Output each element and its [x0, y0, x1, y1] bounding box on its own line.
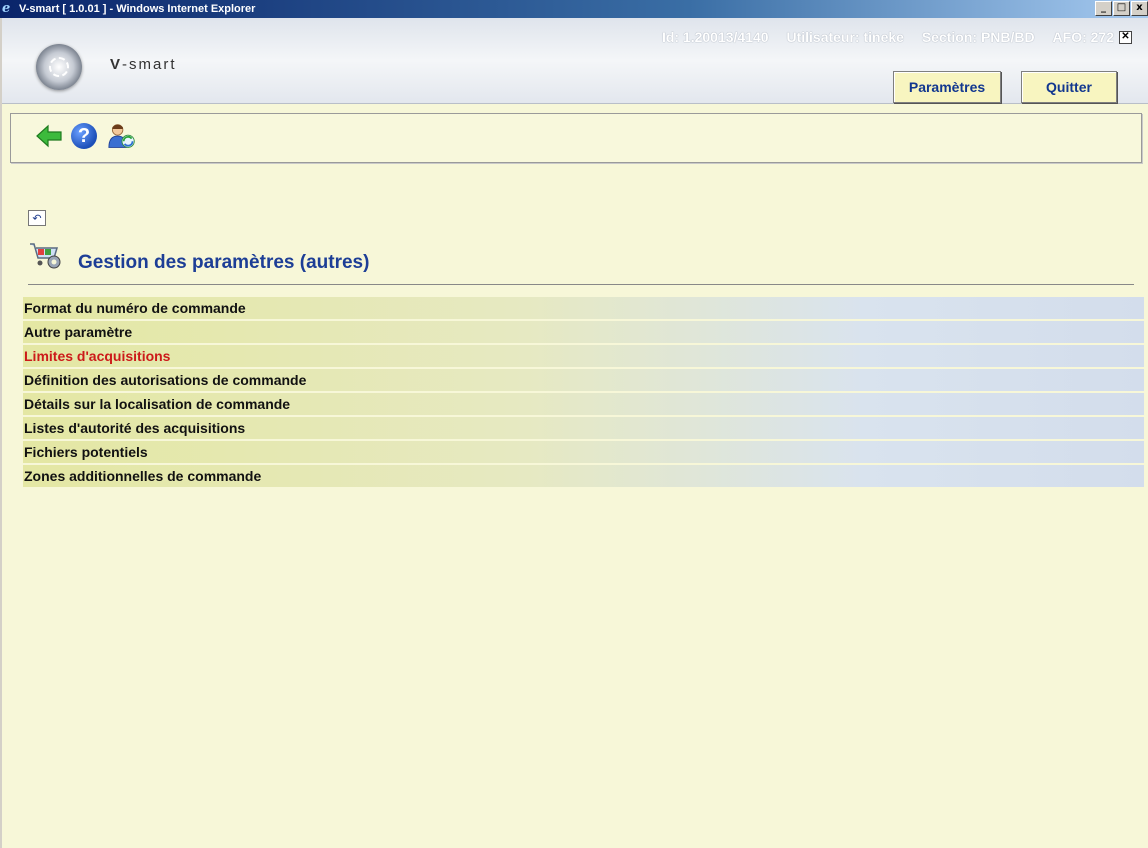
- window-title: V-smart [ 1.0.01 ] - Windows Internet Ex…: [19, 3, 256, 15]
- title-divider: [28, 284, 1134, 285]
- menu-item-other-parameter[interactable]: Autre paramètre: [23, 321, 1144, 343]
- menu-item-order-location-details[interactable]: Détails sur la localisation de commande: [23, 393, 1144, 415]
- user-refresh-icon[interactable]: [108, 122, 136, 150]
- help-icon[interactable]: ?: [71, 123, 97, 149]
- vsmart-logo-icon: [36, 44, 82, 90]
- session-info: Id: 1.20013/4140 Utilisateur: tineke Sec…: [648, 29, 1114, 45]
- brand-rest: -smart: [122, 56, 177, 73]
- ie-icon: e: [2, 1, 11, 16]
- user-refresh-svg: [108, 124, 135, 148]
- cart-settings-icon: [28, 240, 62, 270]
- window-controls: _ □ x: [1095, 1, 1148, 16]
- close-window-button[interactable]: x: [1131, 1, 1148, 16]
- minimize-button[interactable]: _: [1095, 1, 1112, 16]
- page-title: Gestion des paramètres (autres): [78, 252, 370, 273]
- cart-settings-svg: [30, 243, 61, 269]
- session-afo: AFO: 272: [1052, 29, 1114, 45]
- maximize-button[interactable]: □: [1113, 1, 1130, 16]
- parameter-menu: Format du numéro de commande Autre param…: [23, 297, 1144, 489]
- toolbar: ?: [10, 113, 1142, 163]
- session-id: Id: 1.20013/4140: [661, 29, 769, 45]
- brand-v: V: [110, 56, 123, 73]
- small-back-icon[interactable]: ↶: [28, 210, 46, 226]
- menu-item-potential-files[interactable]: Fichiers potentiels: [23, 441, 1144, 463]
- session-user: Utilisateur: tineke: [786, 29, 904, 45]
- menu-item-additional-order-fields[interactable]: Zones additionnelles de commande: [23, 465, 1144, 487]
- menu-item-acquisition-authority-lists[interactable]: Listes d'autorité des acquisitions: [23, 417, 1144, 439]
- back-arrow-svg: [36, 124, 62, 148]
- window-titlebar: e V-smart [ 1.0.01 ] - Windows Internet …: [0, 0, 1148, 18]
- menu-item-order-number-format[interactable]: Format du numéro de commande: [23, 297, 1144, 319]
- back-arrow-icon[interactable]: [35, 122, 63, 150]
- brand-name: V-smart: [110, 56, 177, 73]
- session-close-icon[interactable]: ✕: [1119, 31, 1132, 44]
- quit-button[interactable]: Quitter: [1021, 71, 1117, 103]
- session-section: Section: PNB/BD: [921, 29, 1035, 45]
- parameters-button[interactable]: Paramètres: [893, 71, 1001, 103]
- menu-item-acquisition-limits[interactable]: Limites d'acquisitions: [23, 345, 1144, 367]
- menu-item-order-authorizations[interactable]: Définition des autorisations de commande: [23, 369, 1144, 391]
